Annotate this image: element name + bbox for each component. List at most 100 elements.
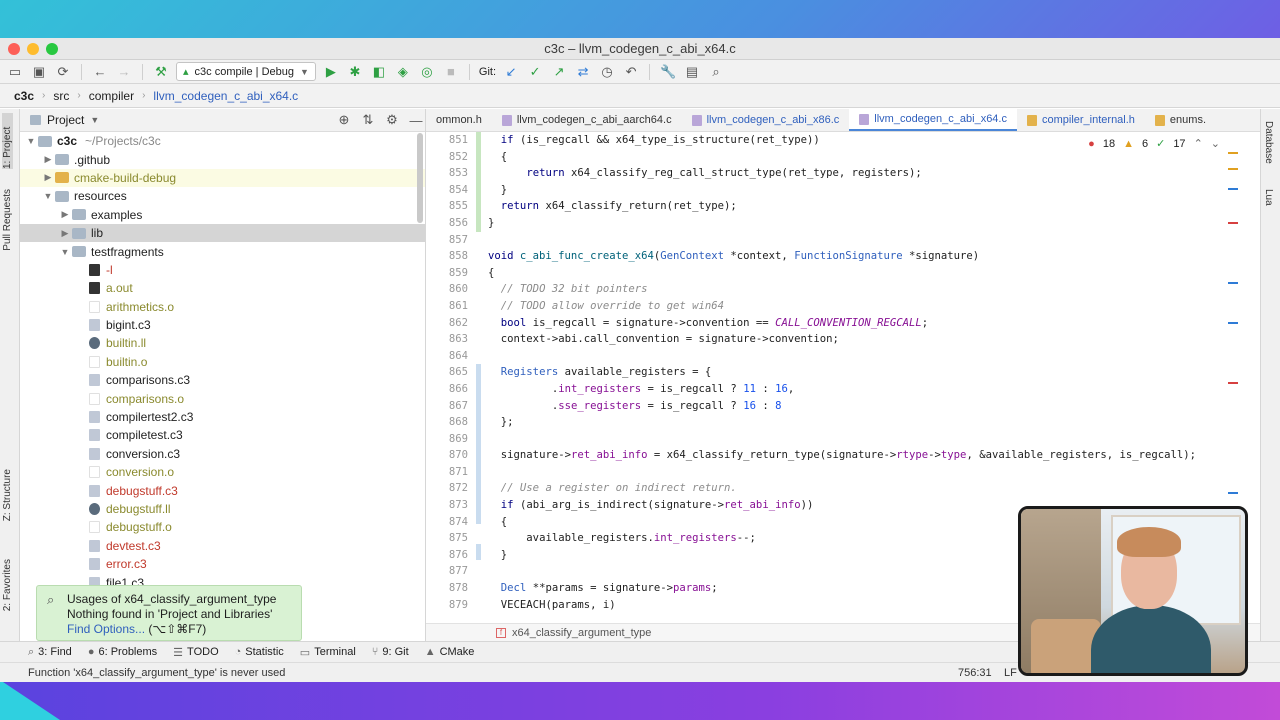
build-hammer-icon[interactable]: ⚒ (152, 63, 170, 81)
code-line[interactable]: { (488, 149, 1196, 166)
run-config-select[interactable]: ▴ c3c compile | Debug ▼ (176, 62, 316, 81)
code-line[interactable] (488, 431, 1196, 448)
tree-item[interactable]: ▼ resources (20, 187, 425, 205)
line-number[interactable]: 878 (426, 580, 474, 597)
tree-item[interactable]: conversion.o (20, 463, 425, 481)
structure-window-icon[interactable]: ▤ (683, 63, 701, 81)
git-branches-icon[interactable]: ⇄ (574, 63, 592, 81)
tree-item[interactable]: builtin.ll (20, 334, 425, 352)
tab-favorites[interactable]: 2: Favorites (2, 559, 13, 611)
project-view-select[interactable]: Project (47, 113, 84, 127)
tree-item[interactable]: ▶ examples (20, 206, 425, 224)
tree-item[interactable]: ▶ lib (20, 223, 425, 243)
tree-item[interactable]: bigint.c3 (20, 316, 425, 334)
chevron-down-icon[interactable]: ▼ (24, 136, 38, 146)
tree-item[interactable]: arithmetics.o (20, 298, 425, 316)
tree-item[interactable]: comparisons.o (20, 389, 425, 407)
line-number[interactable]: 852 (426, 149, 474, 166)
tool-window-button[interactable]: ⌕ 3: Find (28, 646, 72, 659)
line-number[interactable]: 854 (426, 182, 474, 199)
code-line[interactable]: bool is_regcall = signature->convention … (488, 315, 1196, 332)
tab-aarch64[interactable]: llvm_codegen_c_abi_aarch64.c (492, 109, 682, 131)
line-number[interactable]: 874 (426, 514, 474, 531)
minimize-window-button[interactable] (27, 43, 39, 55)
line-number[interactable]: 863 (426, 331, 474, 348)
line-number[interactable]: 864 (426, 348, 474, 365)
tool-window-button[interactable]: ▲ CMake (425, 646, 475, 658)
status-message[interactable]: Function 'x64_classify_argument_type' is… (28, 667, 285, 679)
tab-x86[interactable]: llvm_codegen_c_abi_x86.c (682, 109, 850, 131)
chevron-down-icon[interactable]: ▼ (90, 115, 99, 125)
tree-item[interactable]: debugstuff.ll (20, 500, 425, 518)
breadcrumb-compiler[interactable]: compiler (85, 89, 138, 103)
save-icon[interactable]: ▣ (30, 63, 48, 81)
tab-enums[interactable]: enums. (1145, 109, 1216, 131)
tree-item[interactable]: builtin.o (20, 353, 425, 371)
line-number[interactable]: 868 (426, 414, 474, 431)
editor-breadcrumb-label[interactable]: x64_classify_argument_type (512, 627, 651, 639)
code-line[interactable]: // Use a register on indirect return. (488, 480, 1196, 497)
line-number[interactable]: 879 (426, 597, 474, 614)
chevron-down-icon[interactable]: ▼ (41, 191, 55, 201)
line-number[interactable]: 856 (426, 215, 474, 232)
tool-window-button[interactable]: ● 6: Problems (88, 646, 157, 658)
tree-item[interactable]: debugstuff.c3 (20, 481, 425, 499)
wrench-icon[interactable]: 🔧 (659, 63, 677, 81)
coverage-icon[interactable]: ◧ (370, 63, 388, 81)
line-number[interactable]: 865 (426, 364, 474, 381)
git-commit-icon[interactable]: ✓ (526, 63, 544, 81)
code-line[interactable] (488, 232, 1196, 249)
search-icon[interactable]: ⌕ (707, 63, 725, 81)
tab-structure[interactable]: Z: Structure (2, 469, 13, 521)
line-number[interactable]: 861 (426, 298, 474, 315)
line-number[interactable]: 866 (426, 381, 474, 398)
line-number[interactable]: 851 (426, 132, 474, 149)
code-line[interactable]: context->abi.call_convention = signature… (488, 331, 1196, 348)
collapse-all-icon[interactable]: ⇅ (359, 111, 377, 129)
code-line[interactable]: .sse_registers = is_regcall ? 16 : 8 (488, 398, 1196, 415)
history-icon[interactable]: ◷ (598, 63, 616, 81)
chevron-right-icon[interactable]: ▶ (58, 209, 72, 220)
line-separator[interactable]: LF (1004, 667, 1017, 679)
tab-compiler-internal[interactable]: compiler_internal.h (1017, 109, 1145, 131)
hide-panel-icon[interactable]: — (407, 111, 425, 129)
find-options-link[interactable]: Find Options... (67, 622, 145, 636)
line-number[interactable]: 858 (426, 248, 474, 265)
tool-window-button[interactable]: ▭ Terminal (300, 646, 356, 659)
tree-item[interactable]: debugstuff.o (20, 518, 425, 536)
tree-item[interactable]: compilertest2.c3 (20, 408, 425, 426)
debug-icon[interactable]: ✱ (346, 63, 364, 81)
line-number[interactable]: 870 (426, 447, 474, 464)
stop-icon[interactable]: ■ (442, 63, 460, 81)
code-line[interactable] (488, 464, 1196, 481)
code-line[interactable]: } (488, 215, 1196, 232)
line-number[interactable]: 862 (426, 315, 474, 332)
chevron-right-icon[interactable]: ▶ (58, 228, 72, 239)
tree-item[interactable]: -l (20, 261, 425, 279)
tab-project[interactable]: 1: Project (2, 113, 13, 169)
tree-item[interactable]: ▶ cmake-build-debug (20, 168, 425, 188)
profile-icon[interactable]: ◈ (394, 63, 412, 81)
breadcrumb-file[interactable]: llvm_codegen_c_abi_x64.c (149, 89, 302, 103)
code-line[interactable]: return x64_classify_return(ret_type); (488, 198, 1196, 215)
code-line[interactable]: } (488, 182, 1196, 199)
tree-root[interactable]: ▼ c3c ~/Projects/c3c (20, 132, 425, 150)
locate-icon[interactable]: ⊕ (335, 111, 353, 129)
code-line[interactable]: void c_abi_func_create_x64(GenContext *c… (488, 248, 1196, 265)
line-number[interactable]: 876 (426, 547, 474, 564)
forward-icon[interactable]: → (115, 63, 133, 81)
line-number[interactable]: 855 (426, 198, 474, 215)
code-line[interactable]: if (is_regcall && x64_type_is_structure(… (488, 132, 1196, 149)
code-line[interactable]: return x64_classify_reg_call_struct_type… (488, 165, 1196, 182)
line-number[interactable]: 867 (426, 398, 474, 415)
line-number[interactable]: 872 (426, 480, 474, 497)
rollback-icon[interactable]: ↶ (622, 63, 640, 81)
tab-database[interactable]: Database (1263, 121, 1274, 164)
code-line[interactable]: { (488, 265, 1196, 282)
zoom-window-button[interactable] (46, 43, 58, 55)
tool-window-button[interactable]: ◔ Statistic (235, 646, 284, 658)
breadcrumb-project[interactable]: c3c (10, 89, 38, 103)
back-icon[interactable]: ← (91, 63, 109, 81)
tool-window-button[interactable]: ☰ TODO (173, 646, 218, 659)
git-update-icon[interactable]: ↙ (502, 63, 520, 81)
